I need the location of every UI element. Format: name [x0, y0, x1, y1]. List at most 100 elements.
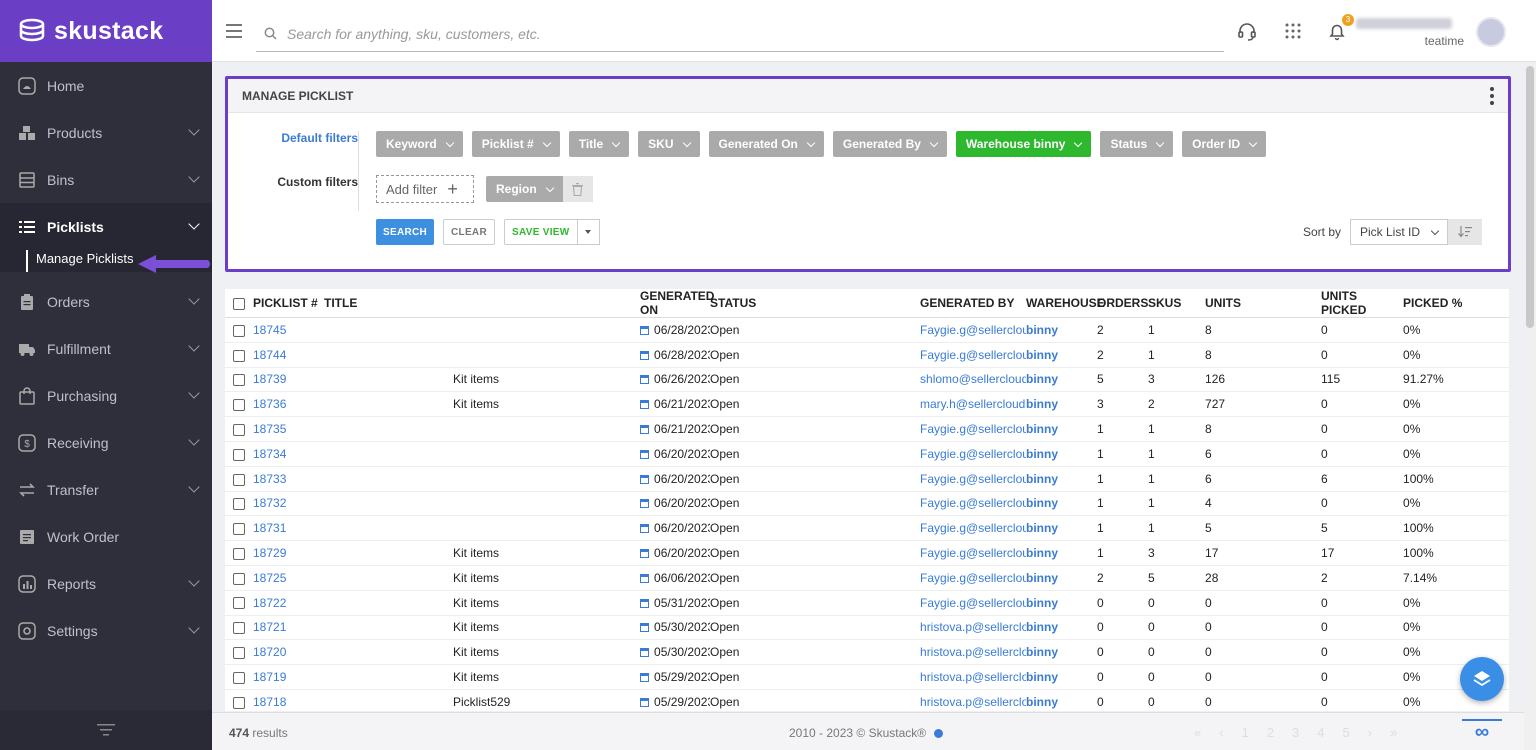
generated-by-link[interactable]: Faygie.g@sellercloud.com: [920, 515, 1027, 542]
table-row[interactable]: 18719 Kit items 05/29/2023 02:10 PMOpenhri…: [225, 664, 1509, 690]
generated-by-link[interactable]: Faygie.g@sellercloud.com: [920, 441, 1027, 467]
row-checkbox[interactable]: [233, 498, 245, 511]
filter-chip-keyword[interactable]: Keyword: [376, 131, 463, 157]
row-checkbox[interactable]: [233, 423, 245, 436]
picklist-id-link[interactable]: 18731: [253, 515, 324, 542]
logo[interactable]: skustack: [0, 0, 212, 62]
prev-page-icon[interactable]: ‹: [1219, 725, 1223, 740]
generated-by-link[interactable]: hristova.p@sellercloud.com: [920, 664, 1027, 690]
sidebar-item-products[interactable]: Products: [0, 109, 212, 156]
picklist-id-link[interactable]: 18736: [253, 391, 324, 418]
more-options-icon[interactable]: [1490, 87, 1494, 105]
picklist-id-link[interactable]: 18719: [253, 664, 324, 690]
search-button[interactable]: SEARCH: [376, 219, 435, 245]
warehouse-link[interactable]: binny: [1026, 391, 1098, 418]
warehouse-link[interactable]: binny: [1026, 565, 1098, 591]
filter-chip-generated-on[interactable]: Generated On: [708, 131, 824, 157]
generated-by-link[interactable]: Faygie.g@sellercloud.com: [920, 416, 1027, 442]
save-view-button[interactable]: SAVE VIEW: [503, 219, 578, 245]
headset-icon[interactable]: [1236, 20, 1258, 42]
warehouse-link[interactable]: binny: [1026, 664, 1098, 690]
delete-filter-button[interactable]: [562, 176, 593, 202]
generated-by-link[interactable]: Faygie.g@sellercloud.com: [920, 565, 1027, 591]
warehouse-link[interactable]: binny: [1026, 441, 1098, 467]
filter-chip-status[interactable]: Status: [1100, 131, 1174, 157]
row-checkbox[interactable]: [233, 647, 245, 660]
page-number[interactable]: 1: [1242, 725, 1249, 740]
column-header-picked[interactable]: PICKED %: [1403, 289, 1509, 318]
sidebar-item-orders[interactable]: Orders: [0, 278, 212, 325]
filter-chip-title[interactable]: Title: [568, 131, 630, 157]
column-header-units[interactable]: UNITS: [1205, 289, 1322, 318]
sidebar-item-reports[interactable]: Reports: [0, 560, 212, 607]
column-header-generated-by[interactable]: GENERATED BY: [920, 289, 1027, 318]
row-checkbox[interactable]: [233, 448, 245, 461]
table-row[interactable]: 18733 06/20/2023 09:39 PMOpenFaygie.g@sel…: [225, 466, 1509, 492]
sidebar-item-home[interactable]: Home: [0, 62, 212, 109]
row-checkbox[interactable]: [233, 399, 245, 412]
table-row[interactable]: 18734 06/20/2023 10:40 PMOpenFaygie.g@sel…: [225, 441, 1509, 467]
picklist-id-link[interactable]: 18725: [253, 565, 324, 591]
generated-by-link[interactable]: mary.h@sellercloud.com: [920, 391, 1027, 418]
row-checkbox[interactable]: [233, 572, 245, 585]
table-row[interactable]: 18745 06/28/2023 09:56 PMOpenFaygie.g@sel…: [225, 317, 1509, 343]
table-row[interactable]: 18722 Kit items 05/31/2023 10:33 PMOpenFay…: [225, 590, 1509, 616]
table-row[interactable]: 18720 Kit items 05/30/2023 02:10 PMOpenhri…: [225, 639, 1509, 666]
apps-grid-icon[interactable]: [1282, 20, 1304, 42]
picklist-id-link[interactable]: 18720: [253, 639, 324, 666]
picklist-id-link[interactable]: 18739: [253, 367, 324, 393]
infinite-scroll-button[interactable]: ∞: [1462, 719, 1502, 745]
picklist-id-link[interactable]: 18745: [253, 317, 324, 343]
row-checkbox[interactable]: [233, 597, 245, 610]
generated-by-link[interactable]: Faygie.g@sellercloud.com: [920, 540, 1027, 566]
page-number[interactable]: 2: [1267, 725, 1274, 740]
generated-by-link[interactable]: Faygie.g@sellercloud.com: [920, 491, 1027, 517]
row-checkbox[interactable]: [233, 671, 245, 684]
generated-by-link[interactable]: shlomo@sellercloud.com: [920, 367, 1027, 393]
row-checkbox[interactable]: [233, 547, 245, 560]
picklist-id-link[interactable]: 18734: [253, 441, 324, 467]
search-input[interactable]: [287, 25, 1187, 42]
warehouse-link[interactable]: binny: [1026, 342, 1098, 368]
generated-by-link[interactable]: hristova.p@sellercloud.com: [920, 689, 1027, 711]
save-view-dropdown[interactable]: [577, 219, 600, 245]
region-filter-chip[interactable]: Region: [486, 176, 563, 202]
default-filters-link[interactable]: Default filters: [228, 131, 358, 175]
picklist-id-link[interactable]: 18732: [253, 491, 324, 517]
column-header-picklist[interactable]: PICKLIST #: [253, 289, 324, 318]
next-page-icon[interactable]: ›: [1368, 725, 1372, 740]
add-filter-button[interactable]: Add filter +: [376, 175, 474, 203]
sidebar-item-settings[interactable]: Settings: [0, 607, 212, 654]
sidebar-item-purchasing[interactable]: Purchasing: [0, 372, 212, 419]
sidebar-item-work-order[interactable]: Work Order: [0, 513, 212, 560]
page-scrollbar[interactable]: [1524, 62, 1536, 750]
column-header-generated-on[interactable]: GENERATED ON: [640, 289, 714, 318]
table-row[interactable]: 18739 Kit items 06/26/2023 11:57 PMOpenshl…: [225, 367, 1509, 393]
row-checkbox[interactable]: [233, 696, 245, 709]
warehouse-link[interactable]: binny: [1026, 416, 1098, 442]
sidebar-item-fulfillment[interactable]: Fulfillment: [0, 325, 212, 372]
row-checkbox[interactable]: [233, 473, 245, 486]
warehouse-link[interactable]: binny: [1026, 367, 1098, 393]
select-all-checkbox[interactable]: [233, 297, 245, 310]
column-header-title[interactable]: TITLE: [324, 289, 641, 318]
warehouse-link[interactable]: binny: [1026, 317, 1098, 343]
generated-by-link[interactable]: Faygie.g@sellercloud.com: [920, 317, 1027, 343]
picklist-id-link[interactable]: 18744: [253, 342, 324, 368]
page-number[interactable]: 4: [1317, 725, 1324, 740]
sidebar-item-receiving[interactable]: $ Receiving: [0, 419, 212, 466]
row-checkbox[interactable]: [233, 349, 245, 362]
column-header-units-picked[interactable]: UNITS PICKED: [1321, 289, 1404, 318]
page-number[interactable]: 3: [1292, 725, 1299, 740]
sidebar-collapse-button[interactable]: [0, 710, 212, 750]
filter-chip-warehouse-binny[interactable]: Warehouse binny: [955, 131, 1092, 157]
row-checkbox[interactable]: [233, 622, 245, 635]
filter-chip-sku[interactable]: SKU: [638, 131, 700, 157]
table-row[interactable]: 18721 Kit items 05/30/2023 02:22 PMOpenhri…: [225, 615, 1509, 641]
table-row[interactable]: 18729 Kit items 06/20/2023 04:49 PMOpenFay…: [225, 540, 1509, 566]
hamburger-menu-icon[interactable]: [226, 24, 242, 42]
filter-chip-generated-by[interactable]: Generated By: [832, 131, 947, 157]
table-row[interactable]: 18718 Picklist529 05/29/2023 01:14 PMOpenh…: [225, 689, 1509, 711]
generated-by-link[interactable]: Faygie.g@sellercloud.com: [920, 342, 1027, 368]
warehouse-link[interactable]: binny: [1026, 689, 1098, 711]
